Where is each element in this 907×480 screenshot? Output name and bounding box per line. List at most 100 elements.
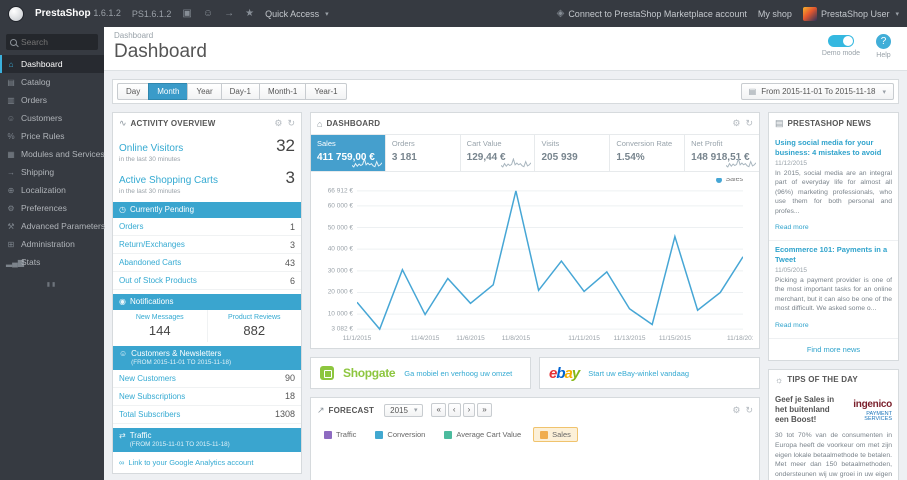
date-range-picker[interactable]: ▤ From 2015-11-01 To 2015-11-18 ▾	[740, 83, 894, 100]
range-month-button[interactable]: Month	[148, 83, 189, 100]
total-subscribers-row[interactable]: Total Subscribers 1308	[113, 406, 301, 424]
sidebar-item-localization[interactable]: ⊕ Localization	[0, 181, 104, 199]
merchant-expertise-icon[interactable]: ★	[245, 8, 254, 19]
chevron-down-icon: ▾	[413, 407, 418, 414]
active-carts-link[interactable]: Active Shopping Carts	[119, 175, 218, 186]
shop-name[interactable]: PS1.6.1.2	[132, 9, 172, 19]
article-title-link[interactable]: Ecommerce 101: Payments in a Tweet	[775, 245, 892, 265]
my-shop-link[interactable]: My shop	[758, 9, 792, 19]
sidebar-item-price-rules[interactable]: % Price Rules	[0, 127, 104, 145]
sidebar-item-orders[interactable]: ▥ Orders	[0, 91, 104, 109]
x-axis-tick-label: 11/11/2015	[568, 335, 600, 342]
sidebar-item-modules[interactable]: ▦ Modules and Services	[0, 145, 104, 163]
sidebar-item-preferences[interactable]: ⚙ Preferences	[0, 199, 104, 217]
marketplace-link[interactable]: ◈ Connect to PrestaShop Marketplace accou…	[557, 8, 747, 19]
ingenico-logo-subtext: PAYMENT SERVICES	[864, 410, 892, 423]
customers-notification-icon[interactable]: ☺	[203, 8, 213, 19]
customers-newsletters-header: ☺ Customers & Newsletters (FROM 2015-11-0…	[113, 346, 301, 370]
kpi-label: Conversion Rate	[616, 139, 673, 148]
sidebar-collapse-button[interactable]: ▮▮	[0, 271, 104, 298]
sidebar-search[interactable]	[6, 34, 98, 50]
main-area: Dashboard Dashboard Demo mode ? Help Day…	[104, 0, 907, 480]
kpi-conversion-rate[interactable]: Conversion Rate 1.54%	[610, 135, 686, 171]
kpi-net-profit[interactable]: Net Profit 148 918,51 €	[685, 135, 759, 171]
sidebar-item-dashboard[interactable]: ⌂ Dashboard	[0, 55, 104, 73]
chart-legend[interactable]: Sales	[716, 178, 743, 183]
gear-icon[interactable]: ⚙	[274, 118, 282, 129]
shopgate-promo-link[interactable]: Ga mobiel en verhoog uw omzet	[404, 369, 512, 378]
ebay-promo-link[interactable]: Start uw eBay-winkel vandaag	[588, 369, 689, 378]
help-button[interactable]: ?	[876, 34, 891, 49]
sidebar-item-advanced-parameters[interactable]: ⚒ Advanced Parameters	[0, 217, 105, 235]
online-visitors-link[interactable]: Online Visitors	[119, 143, 183, 154]
range-month-1-button[interactable]: Month-1	[258, 83, 307, 100]
row-label: Total Subscribers	[119, 409, 181, 419]
search-input[interactable]	[21, 37, 91, 47]
sidebar-item-stats[interactable]: ▂▄▆ Stats	[0, 253, 104, 271]
range-year-button[interactable]: Year	[187, 83, 222, 100]
kpi-label: Visits	[541, 139, 560, 148]
prestashop-logo	[8, 5, 24, 22]
traffic-swatch	[324, 430, 332, 439]
new-subscriptions-row[interactable]: New Subscriptions 18	[113, 388, 301, 406]
sidebar-item-catalog[interactable]: ▤ Catalog	[0, 73, 104, 91]
kpi-orders[interactable]: Orders 3 181	[386, 135, 461, 171]
orders-notification-icon[interactable]: ▣	[182, 8, 191, 19]
row-value: 6	[289, 275, 295, 286]
kpi-visits[interactable]: Visits 205 939	[535, 135, 611, 171]
page-header: Dashboard Dashboard Demo mode ? Help	[104, 27, 907, 71]
brand-title: PrestaShop 1.6.1.2	[35, 8, 121, 19]
read-more-link[interactable]: Read more	[775, 224, 809, 231]
link-label: Link to your Google Analytics account	[128, 457, 254, 467]
range-year-1-button[interactable]: Year-1	[305, 83, 347, 100]
pending-orders-row[interactable]: Orders 1	[113, 218, 301, 236]
forecast-year-select[interactable]: 2015 ▾	[384, 403, 424, 417]
article-title-link[interactable]: Using social media for your business: 4 …	[775, 138, 892, 158]
activity-icon: ∿	[119, 118, 127, 128]
ebay-promo[interactable]: ebay Start uw eBay-winkel vandaag	[539, 357, 760, 389]
google-analytics-link[interactable]: ∞ Link to your Google Analytics account	[113, 452, 301, 473]
quick-access-menu[interactable]: Quick Access ▾	[265, 9, 329, 19]
legend-average-cart-value[interactable]: Average Cart Value	[437, 427, 528, 442]
first-page-button[interactable]: «	[431, 403, 446, 417]
gear-icon[interactable]: ⚙	[732, 118, 740, 129]
range-day-button[interactable]: Day	[117, 83, 150, 100]
abandoned-carts-row[interactable]: Abandoned Carts 43	[113, 254, 301, 272]
last-page-button[interactable]: »	[477, 403, 492, 417]
refresh-icon[interactable]: ↻	[745, 118, 753, 129]
sidebar-item-shipping[interactable]: → Shipping	[0, 163, 104, 181]
user-menu[interactable]: PrestaShop User ▾	[802, 6, 899, 21]
messages-notification-icon[interactable]: →	[224, 8, 234, 19]
new-messages-cell[interactable]: New Messages 144	[113, 310, 208, 342]
sidebar-item-customers[interactable]: ☺ Customers	[0, 109, 104, 127]
next-page-button[interactable]: ›	[462, 403, 476, 417]
sidebar-item-label: Customers	[21, 113, 63, 123]
shopgate-promo[interactable]: Shopgate Ga mobiel en verhoog uw omzet	[310, 357, 531, 389]
row-label: Orders	[119, 222, 144, 231]
demo-mode-toggle[interactable]	[827, 35, 854, 47]
gear-icon[interactable]: ⚙	[732, 405, 740, 416]
legend-traffic[interactable]: Traffic	[317, 427, 363, 442]
find-more-news-link[interactable]: Find more news	[769, 339, 898, 360]
sidebar-item-label: Dashboard	[21, 59, 63, 69]
y-axis-tick-label: 60 000 €	[327, 202, 353, 210]
demo-mode-label: Demo mode	[821, 50, 860, 57]
product-reviews-cell[interactable]: Product Reviews 882	[208, 310, 302, 342]
y-axis-tick-label: 40 000 €	[327, 245, 353, 253]
range-day-1-button[interactable]: Day-1	[220, 83, 260, 100]
refresh-icon[interactable]: ↻	[745, 405, 753, 416]
new-customers-row[interactable]: New Customers 90	[113, 370, 301, 388]
refresh-icon[interactable]: ↻	[287, 118, 295, 129]
pending-returns-row[interactable]: Return/Exchanges 3	[113, 236, 301, 254]
out-of-stock-row[interactable]: Out of Stock Products 6	[113, 272, 301, 290]
legend-conversion[interactable]: Conversion	[368, 427, 432, 442]
legend-label: Conversion	[387, 430, 426, 439]
kpi-sales[interactable]: Sales 411 759,00 €	[311, 135, 386, 171]
ebay-letter: a	[564, 364, 573, 382]
kpi-cart-value[interactable]: Cart Value 129,44 €	[461, 135, 536, 171]
legend-sales[interactable]: Sales	[533, 427, 578, 442]
read-more-link[interactable]: Read more	[775, 322, 809, 329]
section-title: Traffic	[129, 430, 152, 440]
prev-page-button[interactable]: ‹	[447, 403, 461, 417]
sidebar-item-administration[interactable]: ⊞ Administration	[0, 235, 104, 253]
